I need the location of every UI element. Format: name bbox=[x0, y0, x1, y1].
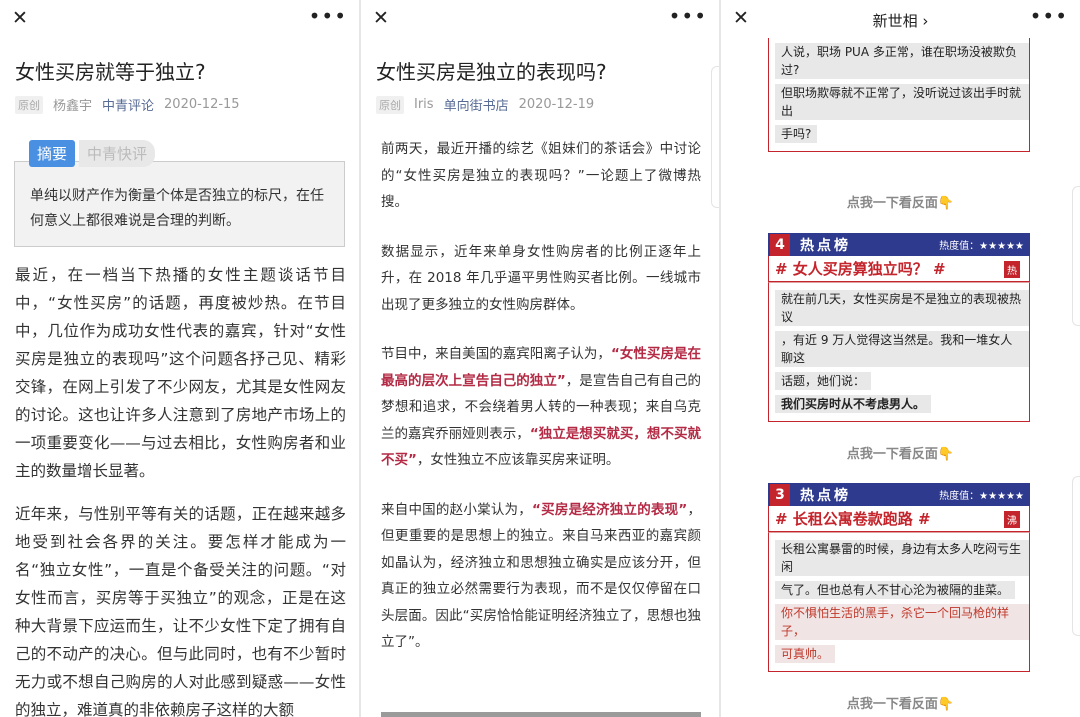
topic-title: # 女人买房算独立吗？ # 热 bbox=[768, 256, 1030, 282]
card-line: 人说，职场 PUA 多正常，谁在职场没被欺负过? bbox=[775, 43, 1029, 79]
more-icon[interactable]: ••• bbox=[309, 4, 347, 28]
heat-value: 热度值：★★★★★ bbox=[939, 241, 1024, 252]
hot-card-4[interactable]: 4 热点榜 热度值：★★★★★ # 女人买房算独立吗？ # 热 就在前几天，女性… bbox=[768, 233, 1030, 422]
adjacent-card-edge bbox=[1072, 186, 1080, 326]
adjacent-card-edge bbox=[1072, 476, 1080, 636]
paragraph: 数据显示，近年来单身女性购房者的比例正逐年上升，在 2018 年几乎逼平男性购买… bbox=[381, 243, 701, 313]
paragraph: 最近，在一档当下热播的女性主题谈话节目中，“女性买房”的话题，再度被炒热。在节目… bbox=[15, 266, 346, 480]
flip-hint[interactable]: 点我一下看反面👇 bbox=[721, 693, 1080, 712]
article-title: 女性买房就等于独立? bbox=[15, 60, 206, 84]
text: 来自中国的赵小棠认为， bbox=[381, 501, 533, 518]
card-line-highlight: 你不惧怕生活的黑手，杀它一个回马枪的样子， bbox=[775, 604, 1029, 640]
summary-tabs: 摘要 中青快评 bbox=[29, 140, 359, 167]
flip-hint[interactable]: 点我一下看反面👇 bbox=[721, 443, 1080, 462]
original-tag: 原创 bbox=[15, 95, 43, 114]
adjacent-card-edge bbox=[711, 66, 719, 208]
top-bar: ✕ 新世相 › ••• bbox=[721, 0, 1080, 38]
article-body: 前两天，最近开播的综艺《姐妹们的茶话会》中讨论的“女性买房是独立的表现吗？”一论… bbox=[381, 136, 701, 656]
publish-date: 2020-12-15 bbox=[164, 97, 240, 112]
more-icon[interactable]: ••• bbox=[1030, 4, 1068, 28]
publish-date: 2020-12-19 bbox=[518, 97, 595, 112]
top-bar: ✕ ••• bbox=[361, 0, 719, 38]
hot-badge: 沸 bbox=[1004, 511, 1020, 528]
article-meta: 原创 Iris 单向街书店 2020-12-19 bbox=[376, 95, 719, 114]
quick-comment-tab: 中青快评 bbox=[79, 140, 156, 167]
account-link[interactable]: 单向街书店 bbox=[444, 95, 509, 114]
text: 节目中，来自美国的嘉宾阳离子认为， bbox=[381, 346, 611, 362]
card-line: ，有近 9 万人觉得这当然是。我和一堆女人聊这 bbox=[775, 331, 1029, 367]
text: ，但更重要的是思想上的独立。来自马来西亚的嘉宾颜如晶认为，经济独立和思想独立确实… bbox=[381, 501, 702, 651]
more-icon[interactable]: ••• bbox=[669, 4, 707, 28]
close-icon[interactable]: ✕ bbox=[373, 7, 389, 29]
card-line: 我们买房时从不考虑男人。 bbox=[775, 395, 932, 413]
highlight-quote: “买房是经济独立的表现” bbox=[532, 501, 688, 518]
card-header: 4 热点榜 热度值：★★★★★ bbox=[768, 233, 1030, 256]
card-line: 但职场欺辱就不正常了，没听说过该出手时就出 bbox=[775, 84, 1029, 120]
paragraph: 来自中国的赵小棠认为，“买房是经济独立的表现”，但更重要的是思想上的独立。来自马… bbox=[381, 497, 701, 656]
paragraph: 前两天，最近开播的综艺《姐妹们的茶话会》中讨论的“女性买房是独立的表现吗？”一论… bbox=[381, 141, 701, 210]
summary-tab: 摘要 bbox=[29, 140, 76, 167]
card-line: 长租公寓暴雷的时候，身边有太多人吃闷亏生闲 bbox=[775, 540, 1029, 576]
topic-title: # 长租公寓卷款跑路 # 沸 bbox=[768, 506, 1030, 532]
card-line: 就在前几天，女性买房是不是独立的表现被热议 bbox=[775, 290, 1029, 326]
text: ，女性独立不应该靠买房来证明。 bbox=[416, 452, 620, 468]
rank-number: 4 bbox=[770, 233, 790, 256]
board-title: 热点榜 bbox=[800, 237, 851, 254]
card-line: 话题，她们说： bbox=[775, 372, 872, 390]
card-line-highlight: 可真帅。 bbox=[775, 645, 836, 663]
author: 杨鑫宇 bbox=[53, 99, 93, 114]
topic-text: # 女人买房算独立吗？ # bbox=[775, 260, 946, 278]
card-body: 就在前几天，女性买房是不是独立的表现被热议 ，有近 9 万人觉得这当然是。我和一… bbox=[768, 282, 1030, 422]
heat-value: 热度值：★★★★★ bbox=[939, 491, 1024, 502]
top-bar: ✕ ••• bbox=[0, 0, 359, 38]
article-meta: 原创 杨鑫宇 中青评论 2020-12-15 bbox=[15, 95, 359, 114]
article-title: 女性买房是独立的表现吗? bbox=[376, 60, 607, 84]
summary-box: 单纯以财产作为衡量个体是否独立的标尺，在任何意义上都很难说是合理的判断。 bbox=[14, 161, 345, 247]
image-strip bbox=[381, 712, 701, 717]
article-panel-2: ✕ ••• 女性买房是独立的表现吗? 原创 Iris 单向街书店 2020-12… bbox=[361, 0, 719, 717]
paragraph: 节目中，来自美国的嘉宾阳离子认为，“女性买房是在最高的层次上宣告自己的独立”，是… bbox=[381, 341, 701, 474]
rank-number: 3 bbox=[770, 483, 790, 506]
board-title: 热点榜 bbox=[800, 487, 851, 504]
flip-hint[interactable]: 点我一下看反面👇 bbox=[721, 192, 1080, 211]
paragraph: 近年来，与性别平等有关的话题，正在越来越多地受到社会各界的关注。要怎样才能成为一… bbox=[15, 505, 346, 717]
account-title[interactable]: 新世相 › bbox=[721, 10, 1080, 31]
article-panel-3: ✕ 新世相 › ••• 人说，职场 PUA 多正常，谁在职场没被欺负过? 但职场… bbox=[721, 0, 1080, 717]
card-body: 人说，职场 PUA 多正常，谁在职场没被欺负过? 但职场欺辱就不正常了，没听说过… bbox=[768, 38, 1030, 152]
author: Iris bbox=[414, 97, 434, 112]
article-panel-1: ✕ ••• 女性买房就等于独立? 原创 杨鑫宇 中青评论 2020-12-15 … bbox=[0, 0, 359, 717]
card-line: 手吗? bbox=[775, 125, 818, 143]
topic-text: # 长租公寓卷款跑路 # bbox=[775, 510, 931, 528]
article-body: 最近，在一档当下热播的女性主题谈话节目中，“女性买房”的话题，再度被炒热。在节目… bbox=[15, 261, 346, 717]
card-header: 3 热点榜 热度值：★★★★★ bbox=[768, 483, 1030, 506]
close-icon[interactable]: ✕ bbox=[12, 7, 28, 29]
account-link[interactable]: 中青评论 bbox=[102, 95, 154, 114]
card-line: 气了。但也总有人不甘心沦为被隔的韭菜。 bbox=[775, 581, 1016, 599]
card-body: 长租公寓暴雷的时候，身边有太多人吃闷亏生闲 气了。但也总有人不甘心沦为被隔的韭菜… bbox=[768, 532, 1030, 672]
original-tag: 原创 bbox=[376, 95, 404, 114]
hot-badge: 热 bbox=[1004, 261, 1020, 278]
card-continuation: 人说，职场 PUA 多正常，谁在职场没被欺负过? 但职场欺辱就不正常了，没听说过… bbox=[768, 38, 1030, 152]
hot-card-3[interactable]: 3 热点榜 热度值：★★★★★ # 长租公寓卷款跑路 # 沸 长租公寓暴雷的时候… bbox=[768, 483, 1030, 672]
